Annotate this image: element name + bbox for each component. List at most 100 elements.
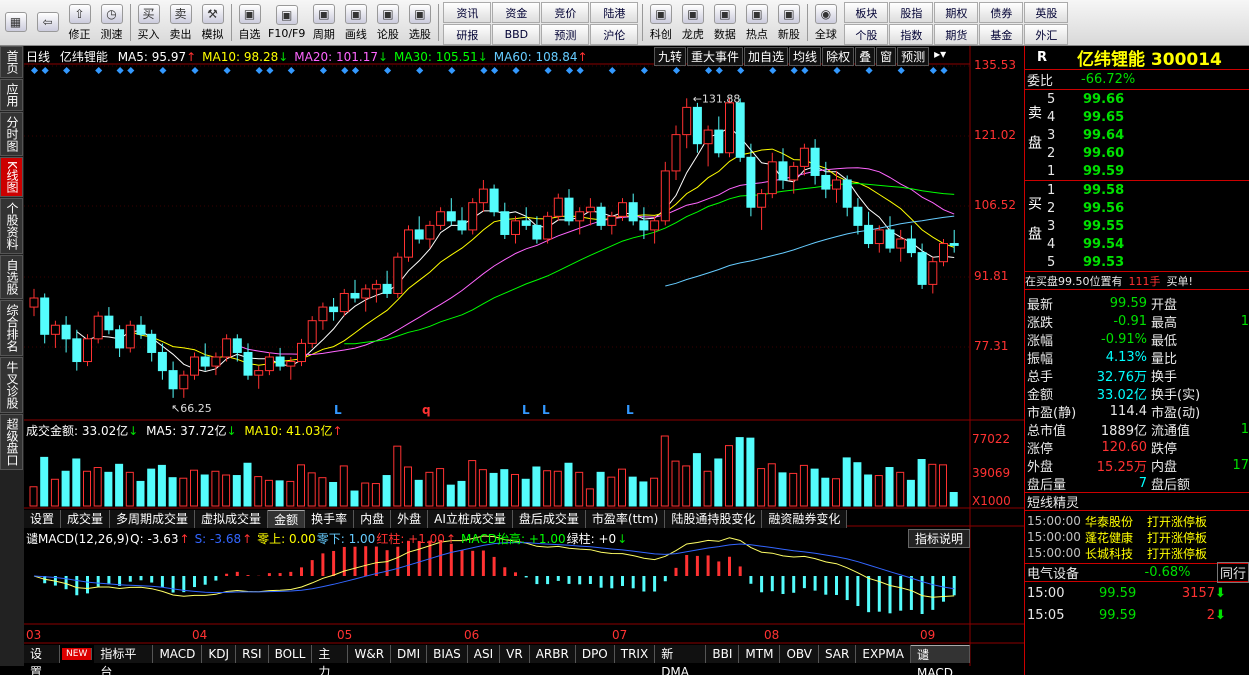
indicator-tab-7[interactable]: 主力 — [312, 645, 349, 675]
sell-rows-row-4[interactable]: 1 99.59 — [1043, 162, 1249, 180]
vtab-5[interactable]: 自选股 — [0, 254, 23, 299]
tool-button-2[interactable]: ⇧ 修正 — [64, 0, 96, 45]
kline-chart-area[interactable]: ←131.88 ↖66.25 Lq L L L 日线 亿纬锂能 MA5: 95.97↑ MA… — [24, 46, 1024, 675]
indicator-tab-15[interactable]: TRIX — [614, 645, 656, 663]
func-button-5[interactable]: ▣ 选股 — [404, 0, 436, 45]
buy-rows-row-3[interactable]: 4 99.54 — [1043, 235, 1249, 253]
grid1-button-2[interactable]: 竞价 — [541, 2, 590, 23]
indicator-tab-4[interactable]: KDJ — [202, 645, 237, 663]
indicator-tab-1[interactable]: NEW — [62, 648, 93, 660]
sell-rows-row-0[interactable]: 5 99.66 — [1043, 90, 1249, 108]
indicator-help-button[interactable]: 指标说明 — [908, 529, 971, 548]
vol-tab-2[interactable]: 多周期成交量 — [110, 510, 196, 528]
buy-rows-row-2[interactable]: 3 99.55 — [1043, 217, 1249, 235]
global-button[interactable]: ◉ 全球 — [810, 0, 842, 45]
vol-tab-3[interactable]: 虚拟成交量 — [195, 510, 269, 528]
chart-top-button-0[interactable]: 九转 — [654, 47, 687, 66]
indicator-tab-5[interactable]: RSI — [236, 645, 269, 663]
data-button-1[interactable]: ▣ 龙虎 — [677, 0, 709, 45]
sell-rows-row-2[interactable]: 3 99.64 — [1043, 126, 1249, 144]
vtab-6[interactable]: 综合排名 — [0, 299, 23, 356]
buy-rows-row-1[interactable]: 2 99.56 — [1043, 199, 1249, 217]
buy-rows-row-4[interactable]: 5 99.53 — [1043, 253, 1249, 271]
sell-rows-row-1[interactable]: 4 99.65 — [1043, 108, 1249, 126]
vol-tab-10[interactable]: 市盈率(ttm) — [585, 510, 666, 528]
vtab-1[interactable]: 应用 — [0, 79, 23, 111]
tool-button-0[interactable]: ▦ — [0, 0, 32, 45]
chart-top-button-1[interactable]: 重大事件 — [687, 47, 744, 66]
vtab-2[interactable]: 分时图 — [0, 112, 23, 156]
chart-top-button-4[interactable]: 除权 — [822, 47, 855, 66]
market-button-9[interactable]: 外汇 — [1024, 24, 1069, 45]
chart-top-button-5[interactable]: 叠 — [855, 47, 876, 66]
indicator-tab-14[interactable]: DPO — [575, 645, 615, 663]
trade-button-2[interactable]: ⚒ 模拟 — [197, 0, 229, 45]
tool-button-3[interactable]: ◷ 测速 — [96, 0, 128, 45]
func-button-3[interactable]: ▣ 画线 — [340, 0, 372, 45]
vtab-0[interactable]: 首页 — [0, 46, 23, 78]
collapse-arrow-icon[interactable]: ▸▾ — [930, 47, 950, 66]
indicator-tab-18[interactable]: MTM — [739, 645, 781, 663]
market-button-2[interactable]: 期权 — [934, 2, 979, 23]
vol-tab-5[interactable]: 换手率 — [305, 510, 355, 528]
vol-tab-1[interactable]: 成交量 — [61, 510, 111, 528]
indicator-tab-6[interactable]: BOLL — [268, 645, 313, 663]
indicator-tab-19[interactable]: OBV — [780, 645, 819, 663]
chart-top-button-2[interactable]: 加自选 — [744, 47, 789, 66]
indicator-tab-10[interactable]: BIAS — [427, 645, 468, 663]
grid1-button-6[interactable]: 预测 — [541, 24, 590, 45]
indicator-tab-17[interactable]: BBI — [706, 645, 740, 663]
market-button-7[interactable]: 期货 — [934, 24, 979, 45]
chart-top-button-3[interactable]: 均线 — [789, 47, 822, 66]
indicator-tab-12[interactable]: VR — [500, 645, 530, 663]
market-button-0[interactable]: 板块 — [844, 2, 889, 23]
func-button-1[interactable]: ▣ F10/F9 — [266, 0, 308, 45]
market-button-1[interactable]: 股指 — [889, 2, 934, 23]
vol-tab-9[interactable]: 盘后成交量 — [512, 510, 586, 528]
vol-tab-0[interactable]: 设置 — [24, 510, 62, 528]
peer-button[interactable]: 同行 — [1216, 562, 1249, 583]
indicator-tab-21[interactable]: EXPMA — [856, 645, 911, 663]
func-button-2[interactable]: ▣ 周期 — [308, 0, 340, 45]
news-item-0[interactable]: 15:00:00 华泰股份 打开涨停板 — [1025, 513, 1249, 529]
grid1-button-5[interactable]: BBD — [492, 24, 541, 45]
tool-button-1[interactable]: ⇦ — [32, 0, 64, 45]
func-button-4[interactable]: ▣ 论股 — [372, 0, 404, 45]
vol-tab-12[interactable]: 融资融券变化 — [762, 510, 848, 528]
indicator-tab-22[interactable]: 谴MACD — [910, 645, 970, 675]
vtab-4[interactable]: 个股资料 — [0, 197, 23, 254]
grid1-button-4[interactable]: 研报 — [443, 24, 492, 45]
indicator-tab-20[interactable]: SAR — [818, 645, 857, 663]
news-item-1[interactable]: 15:00:00 蓬花健康 打开涨停板 — [1025, 529, 1249, 545]
vol-tab-4[interactable]: 金额 — [268, 510, 306, 528]
buy-rows-row-0[interactable]: 1 99.58 — [1043, 181, 1249, 199]
indicator-tab-8[interactable]: W&R — [348, 645, 392, 663]
indicator-tab-13[interactable]: ARBR — [529, 645, 576, 663]
chart-top-button-6[interactable]: 窗 — [876, 47, 897, 66]
grid1-button-0[interactable]: 资讯 — [443, 2, 492, 23]
data-button-0[interactable]: ▣ 科创 — [645, 0, 677, 45]
vol-tab-8[interactable]: AI立桩成交量 — [428, 510, 513, 528]
vol-tab-6[interactable]: 内盘 — [354, 510, 392, 528]
vtab-7[interactable]: 牛叉诊股 — [0, 356, 23, 413]
indicator-tab-0[interactable]: 设置 — [24, 645, 61, 675]
grid1-button-1[interactable]: 资金 — [492, 2, 541, 23]
vtab-3[interactable]: K线图 — [0, 157, 23, 197]
grid1-button-3[interactable]: 陆港 — [590, 2, 639, 23]
indicator-tab-3[interactable]: MACD — [153, 645, 203, 663]
trade-button-0[interactable]: 买买入 — [133, 0, 165, 45]
market-button-8[interactable]: 基金 — [979, 24, 1024, 45]
indicator-tab-9[interactable]: DMI — [391, 645, 428, 663]
vtab-8[interactable]: 超级盘口 — [0, 413, 23, 470]
market-button-4[interactable]: 英股 — [1024, 2, 1069, 23]
market-button-6[interactable]: 指数 — [889, 24, 934, 45]
trade-button-1[interactable]: 卖卖出 — [165, 0, 197, 45]
indicator-tab-16[interactable]: 新DMA — [655, 645, 707, 675]
indicator-tab-2[interactable]: 指标平台 — [94, 645, 154, 675]
indicator-tab-11[interactable]: ASI — [467, 645, 501, 663]
chart-top-button-7[interactable]: 预测 — [897, 47, 930, 66]
sell-rows-row-3[interactable]: 2 99.60 — [1043, 144, 1249, 162]
news-item-2[interactable]: 15:00:00 长城科技 打开涨停板 — [1025, 545, 1249, 561]
data-button-4[interactable]: ▣ 新股 — [773, 0, 805, 45]
func-button-0[interactable]: ▣ 自选 — [234, 0, 266, 45]
